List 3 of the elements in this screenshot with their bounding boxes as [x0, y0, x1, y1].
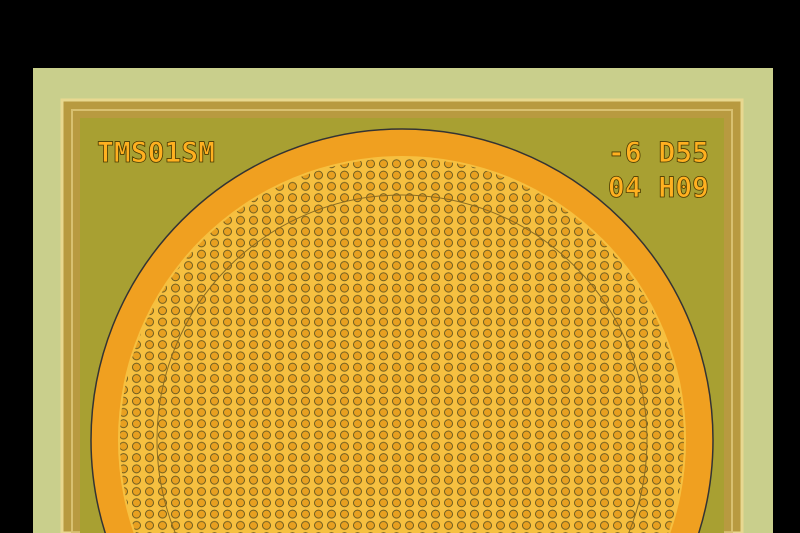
chip-marking: 04 H09: [608, 171, 709, 204]
chip-marking: TMS01SM: [97, 136, 216, 169]
chip-marking: -6 D55: [608, 136, 709, 169]
